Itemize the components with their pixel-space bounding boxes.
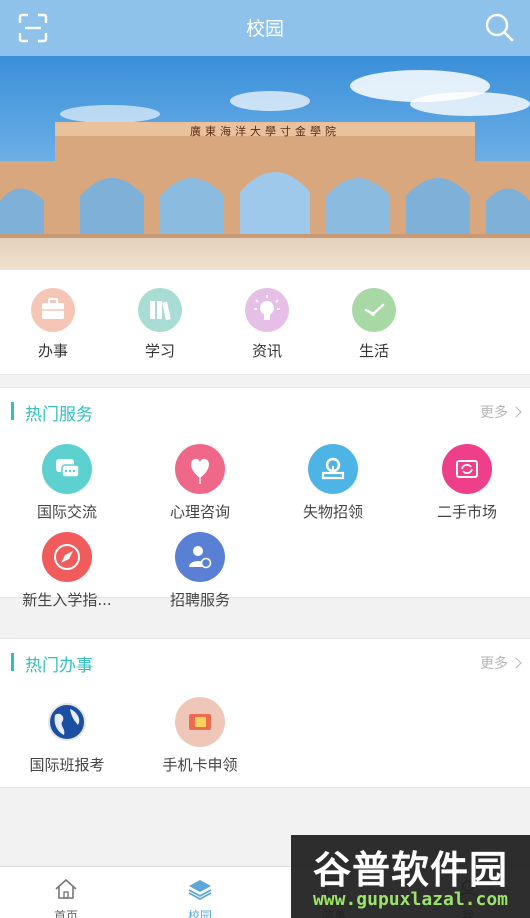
person-recruit-icon	[175, 532, 225, 582]
affair-item-sim-card[interactable]: 手机卡申领	[140, 697, 260, 775]
compass-icon	[42, 532, 92, 582]
affair-item-international-class[interactable]: 国际班报考	[7, 697, 127, 775]
service-label: 国际班报考	[29, 756, 105, 774]
lightbulb-icon	[245, 288, 289, 332]
section-header: 热门办事 更多	[0, 639, 530, 685]
section-accent-bar	[11, 402, 14, 420]
watermark-overlay: 谷普软件园 www.gupuxlazal.com	[291, 835, 530, 918]
campus-banner[interactable]: 廣東海洋大學寸金學院	[0, 56, 530, 270]
service-label: 手机卡申领	[162, 756, 238, 774]
quick-nav-life[interactable]: 生活	[339, 288, 409, 361]
watermark-logo-text: 谷普软件园	[312, 848, 508, 892]
service-item-recruitment[interactable]: 招聘服务	[140, 532, 260, 610]
section-accent-bar	[11, 653, 14, 671]
search-icon[interactable]	[484, 12, 514, 42]
quick-nav-label: 学习	[144, 342, 175, 360]
tab-label: 首页	[53, 909, 78, 918]
balloons-icon	[175, 444, 225, 494]
layers-icon	[188, 880, 212, 901]
section-title: 热门办事	[25, 656, 93, 676]
hot-services-section: 热门服务 更多 国际交流 心理咨询 失物招领 二手市场 新生入学指... 招聘服…	[0, 387, 530, 609]
tab-campus[interactable]: 校园	[160, 877, 240, 918]
more-label: 更多	[480, 405, 508, 421]
campus-gate-image: 廣東海洋大學寸金學院	[0, 56, 530, 270]
more-label: 更多	[480, 656, 508, 672]
section-title: 热门服务	[25, 405, 93, 425]
service-label: 国际交流	[36, 503, 97, 521]
chat-bubbles-icon	[42, 444, 92, 494]
more-link[interactable]: 更多	[480, 402, 522, 422]
service-item-second-hand[interactable]: 二手市场	[407, 444, 527, 522]
gate-inscription: 廣東海洋大學寸金學院	[190, 124, 340, 138]
service-label: 心理咨询	[169, 503, 230, 521]
service-item-international[interactable]: 国际交流	[7, 444, 127, 522]
service-label: 新生入学指...	[22, 591, 112, 609]
globe-icon	[42, 697, 92, 747]
lost-found-icon	[308, 444, 358, 494]
tab-label: 校园	[187, 909, 212, 918]
quick-nav-affairs[interactable]: 办事	[18, 288, 88, 361]
chevron-right-icon	[510, 406, 522, 418]
home-icon	[55, 878, 77, 899]
tab-home[interactable]: 首页	[26, 877, 106, 918]
quick-nav: 办事 学习 资讯 生活	[0, 270, 530, 375]
hot-affairs-section: 热门办事 更多 国际班报考 手机卡申领	[0, 638, 530, 788]
service-item-freshman-guide[interactable]: 新生入学指...	[7, 532, 127, 610]
recycle-icon	[442, 444, 492, 494]
service-label: 二手市场	[436, 503, 497, 521]
quick-nav-news[interactable]: 资讯	[232, 288, 302, 361]
service-label: 失物招领	[302, 503, 363, 521]
books-icon	[138, 288, 182, 332]
section-header: 热门服务 更多	[0, 388, 530, 434]
quick-nav-label: 办事	[37, 342, 68, 360]
briefcase-icon	[31, 288, 75, 332]
top-bar: 校园	[0, 0, 530, 56]
page-title: 校园	[245, 18, 284, 40]
chevron-right-icon	[510, 657, 522, 669]
service-item-lost-found[interactable]: 失物招领	[273, 444, 393, 522]
service-label: 招聘服务	[169, 591, 230, 609]
sim-card-icon	[175, 697, 225, 747]
service-item-counseling[interactable]: 心理咨询	[140, 444, 260, 522]
more-link[interactable]: 更多	[480, 653, 522, 673]
watermark-url: www.gupuxlazal.com	[312, 889, 509, 910]
clock-icon	[352, 288, 396, 332]
quick-nav-label: 资讯	[251, 342, 282, 360]
quick-nav-study[interactable]: 学习	[125, 288, 195, 361]
quick-nav-label: 生活	[358, 342, 389, 360]
